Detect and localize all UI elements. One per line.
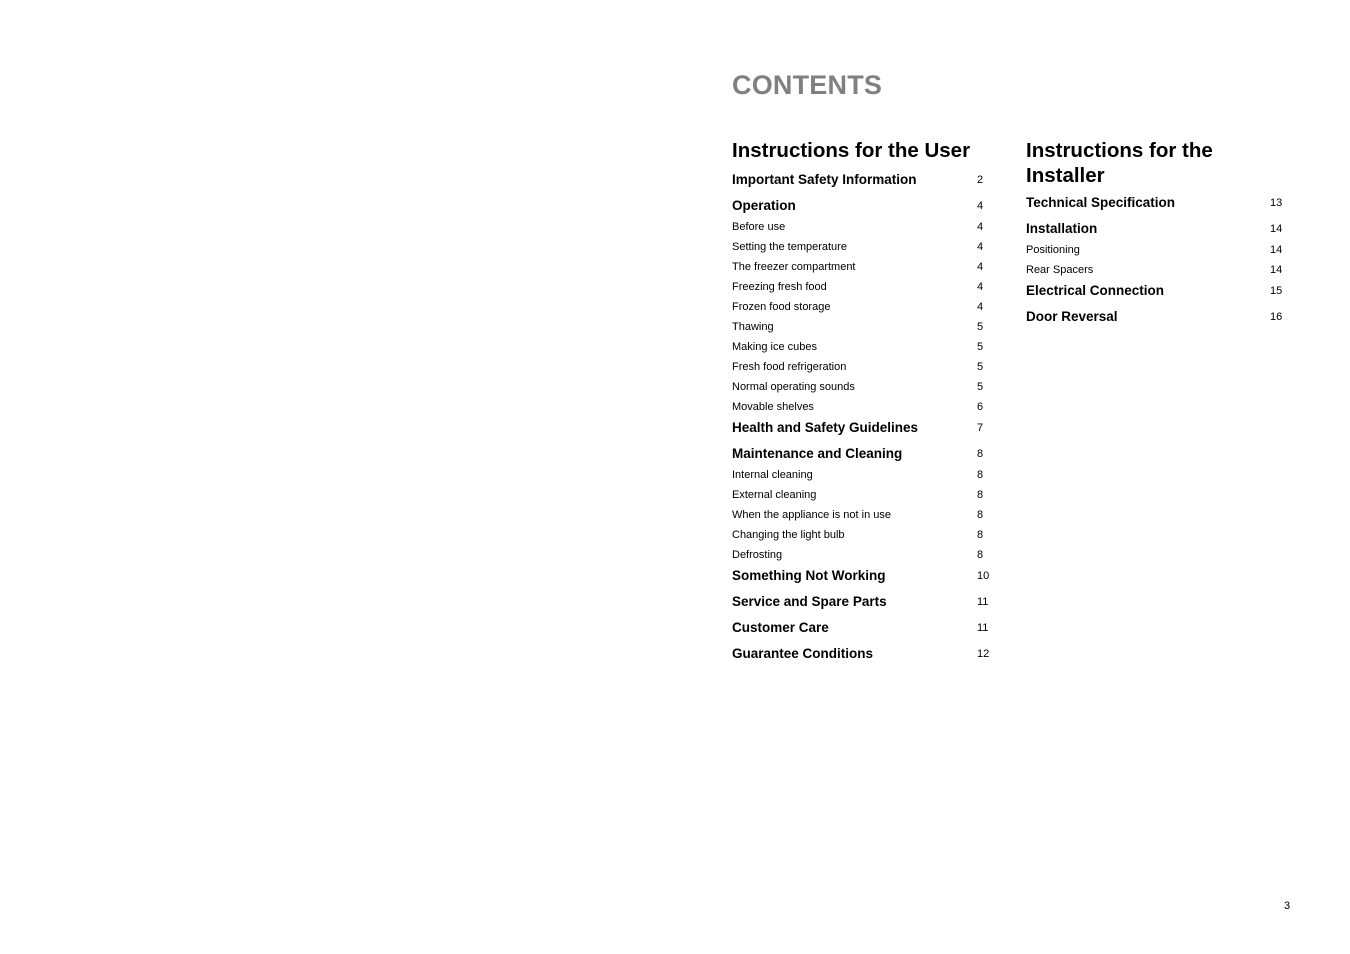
installer-heading-line1: Instructions for the [1026, 139, 1213, 162]
toc-entry-label: Internal cleaning [732, 469, 813, 481]
toc-subsection-entry: Rear Spacers 14 [1026, 262, 1288, 282]
toc-subsection-entry: When the appliance is not in use 8 [732, 507, 994, 527]
toc-entry-page-number: 11 [977, 596, 989, 608]
installer-instructions-heading: Instructions for the Installer [1026, 138, 1288, 188]
toc-entry-label: Before use [732, 221, 786, 233]
toc-subsection-entry: Making ice cubes 5 [732, 339, 994, 359]
toc-entry-label: Fresh food refrigeration [732, 361, 847, 373]
toc-entry-page-number: 8 [977, 489, 984, 501]
toc-subsection-entry: Thawing 5 [732, 319, 994, 339]
toc-entry-page-number: 5 [977, 381, 984, 393]
toc-section-entry: Door Reversal 16 [1026, 308, 1288, 334]
toc-entry-page-number: 6 [977, 401, 984, 413]
toc-entry-page-number: 14 [1270, 244, 1283, 256]
toc-entry-page-number: 11 [977, 622, 989, 634]
toc-entry-label: Guarantee Conditions [732, 646, 874, 661]
toc-entry-label: Normal operating sounds [732, 381, 855, 393]
toc-subsection-entry: Internal cleaning 8 [732, 467, 994, 487]
toc-entry-label: When the appliance is not in use [732, 509, 891, 521]
toc-subsection-entry: Fresh food refrigeration 5 [732, 359, 994, 379]
page-number: 3 [1284, 900, 1291, 912]
toc-entry-page-number: 4 [977, 241, 984, 253]
toc-subsection-entry: External cleaning 8 [732, 487, 994, 507]
toc-entry-page-number: 4 [977, 221, 984, 233]
toc-entry-label: Maintenance and Cleaning [732, 446, 903, 461]
toc-entry-page-number: 15 [1270, 285, 1283, 297]
toc-entry-page-number: 5 [977, 321, 984, 333]
toc-entry-page-number: 8 [977, 549, 984, 561]
toc-entry-page-number: 8 [977, 529, 984, 541]
toc-section-entry: Installation 14 [1026, 220, 1288, 242]
user-instructions-column: Instructions for the User Important Safe… [732, 138, 994, 671]
toc-subsection-entry: Before use 4 [732, 219, 994, 239]
toc-entry-label: Freezing fresh food [732, 281, 827, 293]
toc-entry-label: Customer Care [732, 620, 829, 635]
toc-entry-label: Electrical Connection [1026, 283, 1165, 298]
toc-entry-page-number: 8 [977, 448, 984, 460]
toc-subsection-entry: Normal operating sounds 5 [732, 379, 994, 399]
contents-title: CONTENTS [732, 70, 883, 100]
toc-entry-label: Rear Spacers [1026, 264, 1094, 276]
toc-entry-page-number: 16 [1270, 311, 1283, 323]
toc-entry-label: Door Reversal [1026, 309, 1118, 324]
toc-entry-page-number: 7 [977, 422, 984, 434]
toc-subsection-entry: The freezer compartment 4 [732, 259, 994, 279]
toc-entry-label: Service and Spare Parts [732, 594, 887, 609]
toc-entry-label: Defrosting [732, 549, 783, 561]
toc-section-entry: Service and Spare Parts 11 [732, 593, 994, 619]
toc-entry-page-number: 13 [1270, 197, 1283, 209]
toc-entry-page-number: 4 [977, 301, 984, 313]
toc-subsection-entry: Positioning 14 [1026, 242, 1288, 262]
toc-section-entry: Maintenance and Cleaning 8 [732, 445, 994, 467]
toc-subsection-entry: Defrosting 8 [732, 547, 994, 567]
toc-entry-label: Positioning [1026, 244, 1080, 256]
toc-subsection-entry: Frozen food storage 4 [732, 299, 994, 319]
toc-entry-label: Setting the temperature [732, 241, 847, 253]
toc-entry-label: Making ice cubes [732, 341, 817, 353]
toc-section-entry: Something Not Working 10 [732, 567, 994, 593]
toc-entry-label: Installation [1026, 221, 1098, 236]
toc-entry-label: Movable shelves [732, 401, 814, 413]
installer-instructions-column: Instructions for the Installer Technical… [1026, 138, 1288, 334]
toc-section-entry: Operation 4 [732, 197, 994, 219]
toc-entry-label: Health and Safety Guidelines [732, 420, 919, 435]
toc-entry-label: Changing the light bulb [732, 529, 845, 541]
toc-entry-page-number: 2 [977, 174, 984, 186]
user-toc-list: Important Safety Information 2 Operation 4 B… [732, 171, 994, 671]
toc-entry-page-number: 4 [977, 281, 984, 293]
toc-entry-label: Important Safety Information [732, 172, 917, 187]
toc-subsection-entry: Freezing fresh food 4 [732, 279, 994, 299]
toc-subsection-entry: Changing the light bulb 8 [732, 527, 994, 547]
toc-entry-label: The freezer compartment [732, 261, 856, 273]
toc-entry-page-number: 4 [977, 200, 984, 212]
toc-section-entry: Electrical Connection 15 [1026, 282, 1288, 308]
toc-entry-page-number: 8 [977, 509, 984, 521]
toc-entry-page-number: 14 [1270, 264, 1283, 276]
user-instructions-heading: Instructions for the User [732, 139, 971, 162]
toc-entry-page-number: 12 [977, 648, 990, 660]
toc-section-entry: Important Safety Information 2 [732, 171, 994, 197]
toc-section-entry: Health and Safety Guidelines 7 [732, 419, 994, 445]
installer-toc-list: Technical Specification 13 Installation 14 P… [1026, 194, 1288, 334]
toc-subsection-entry: Movable shelves 6 [732, 399, 994, 419]
toc-entry-page-number: 10 [977, 570, 990, 582]
toc-subsection-entry: Setting the temperature 4 [732, 239, 994, 259]
toc-section-entry: Customer Care 11 [732, 619, 994, 645]
installer-heading-line2: Installer [1026, 164, 1105, 187]
toc-entry-page-number: 14 [1270, 223, 1283, 235]
toc-entry-label: Frozen food storage [732, 301, 831, 313]
toc-entry-label: Operation [732, 198, 796, 213]
toc-entry-label: Thawing [732, 321, 774, 333]
toc-entry-page-number: 5 [977, 341, 984, 353]
toc-entry-label: External cleaning [732, 489, 817, 501]
toc-entry-page-number: 4 [977, 261, 984, 273]
toc-entry-page-number: 8 [977, 469, 984, 481]
toc-entry-label: Something Not Working [732, 568, 886, 583]
toc-entry-label: Technical Specification [1026, 195, 1176, 210]
toc-section-entry: Technical Specification 13 [1026, 194, 1288, 220]
toc-section-entry: Guarantee Conditions 12 [732, 645, 994, 671]
toc-entry-page-number: 5 [977, 361, 984, 373]
